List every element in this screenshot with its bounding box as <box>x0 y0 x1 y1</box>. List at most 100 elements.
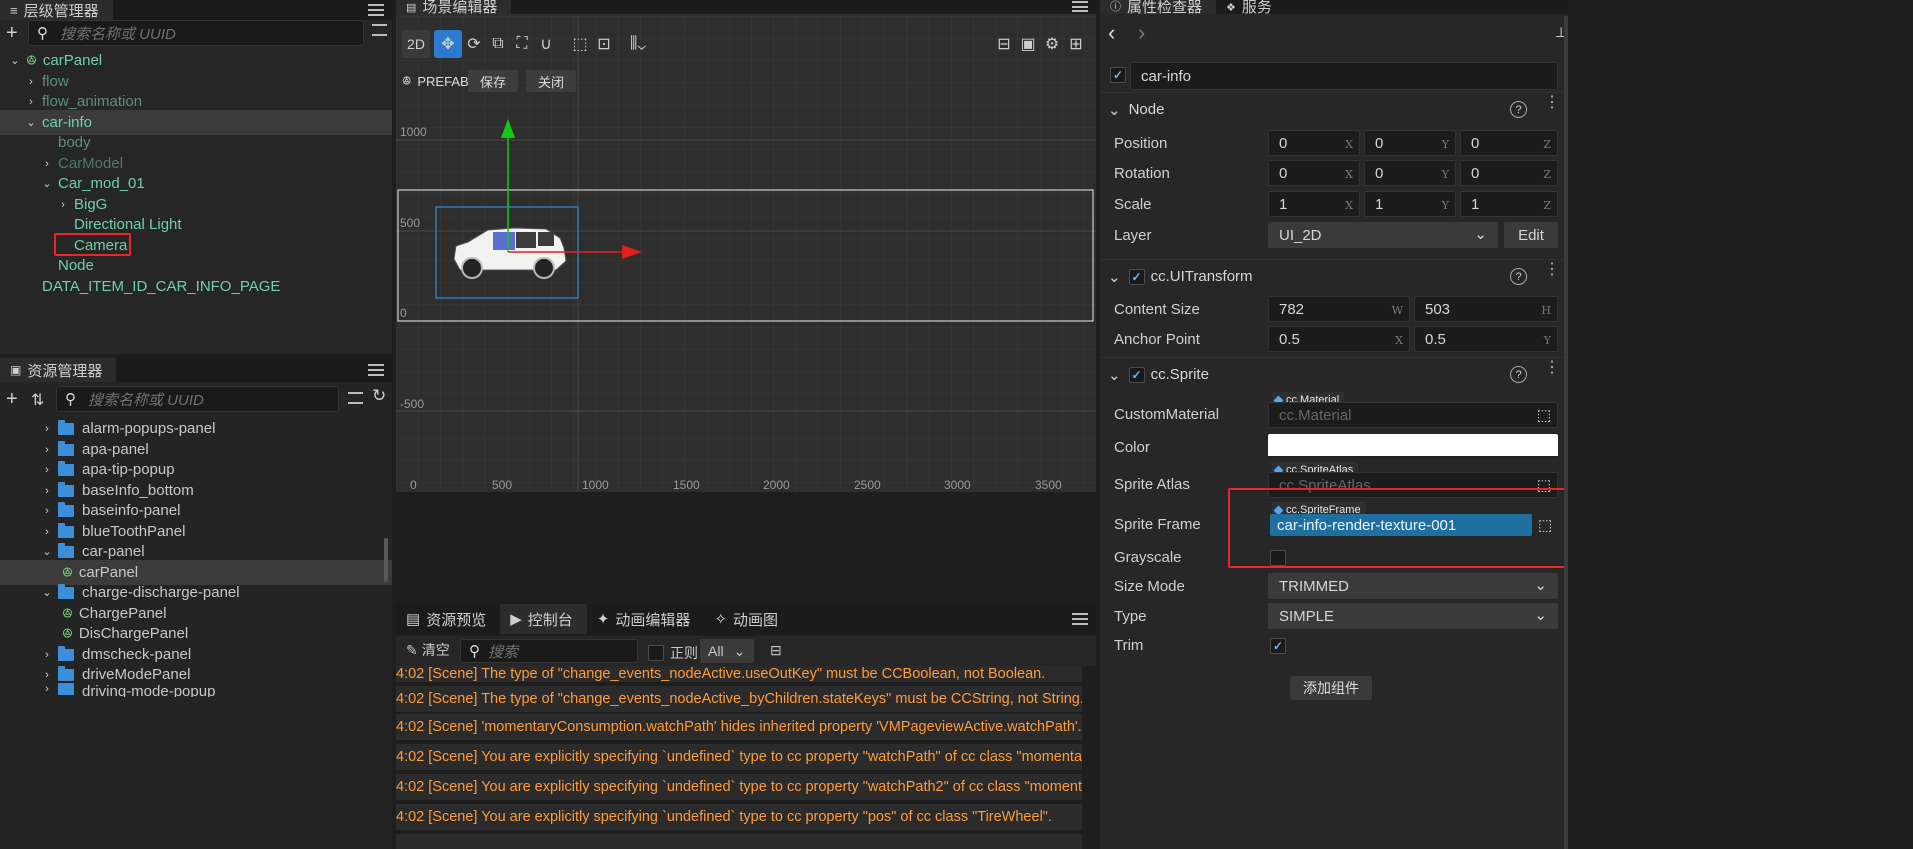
scale-x-input[interactable]: 1X <box>1268 191 1360 217</box>
anchor-x-input[interactable]: 0.5 X <box>1268 326 1410 352</box>
tab-console[interactable]: ▶ 控制台 <box>500 604 587 634</box>
anchor-y-input[interactable]: 0.5 Y <box>1414 326 1558 352</box>
chevron-right-icon[interactable]: › <box>40 158 54 170</box>
layer-edit-button[interactable]: Edit <box>1504 222 1558 248</box>
chevron-down-icon[interactable]: ⌄ <box>40 545 54 558</box>
chevron-right-icon[interactable]: › <box>40 505 54 517</box>
scene-tab[interactable]: ▤ 场景编辑器 <box>396 0 512 14</box>
back-icon[interactable]: ‹ <box>1108 20 1115 46</box>
node-name-input[interactable]: car-info <box>1130 62 1558 90</box>
help-icon[interactable]: ? <box>1510 101 1527 118</box>
refresh-icon[interactable]: ↻ <box>372 386 386 406</box>
regex-checkbox[interactable]: 正则 <box>648 643 698 663</box>
tab-animation-graph[interactable]: ✧ 动画图 <box>704 604 792 634</box>
scale-z-input[interactable]: 1Z <box>1460 191 1558 217</box>
content-height-input[interactable]: 503 H <box>1414 296 1558 322</box>
tree-node-data-item[interactable]: DATA_ITEM_ID_CAR_INFO_PAGE <box>0 274 392 299</box>
scene-menu-icon[interactable] <box>1072 1 1088 12</box>
tab-asset-preview[interactable]: ▤ 资源预览 <box>396 604 500 634</box>
chevron-right-icon[interactable]: › <box>40 526 54 538</box>
console-clear-button[interactable]: ✎ 清空 <box>406 640 450 660</box>
node-active-checkbox[interactable]: ✓ <box>1110 67 1126 83</box>
assets-tab[interactable]: ▣ 资源管理器 <box>0 358 117 382</box>
console-search-input[interactable]: ⚲ 搜索 <box>460 639 638 663</box>
chevron-right-icon[interactable]: › <box>24 76 38 88</box>
position-z-input[interactable]: 0Z <box>1460 130 1558 156</box>
forward-icon[interactable]: › <box>1138 20 1145 46</box>
log-line[interactable]: 4:02 [Scene] You are explicitly specifyi… <box>396 804 1082 832</box>
scene-gizmo-button[interactable]: ⊞ <box>1062 30 1090 58</box>
hierarchy-search-input[interactable]: ⚲ 搜索名称或 UUID <box>28 20 364 46</box>
log-line[interactable]: 4:02 [Scene] You are explicitly specifyi… <box>396 744 1082 772</box>
list-view-icon[interactable] <box>372 24 387 36</box>
chevron-right-icon[interactable]: › <box>40 649 54 661</box>
log-line[interactable]: 4:02 [Scene] You are explicitly specifyi… <box>396 774 1082 802</box>
uitransform-enabled-checkbox[interactable]: ✓ <box>1128 268 1145 285</box>
prefab-save-button[interactable]: 保存 <box>468 70 518 92</box>
snap-tool-button[interactable]: ∪ <box>532 30 560 58</box>
hierarchy-menu-icon[interactable] <box>368 4 384 16</box>
rotation-z-input[interactable]: 0Z <box>1460 160 1558 186</box>
log-level-select[interactable]: All ⌄ <box>700 639 754 663</box>
assets-menu-icon[interactable] <box>368 364 384 376</box>
add-asset-icon[interactable]: + <box>6 388 18 411</box>
uitransform-section-header[interactable]: ⌄ ✓ cc.UITransform <box>1100 259 1568 293</box>
more-icon[interactable]: ⋮ <box>1544 360 1560 376</box>
type-select[interactable]: SIMPLE ⌄ <box>1268 603 1558 629</box>
prefab-close-button[interactable]: 关闭 <box>526 70 576 92</box>
asset-folder[interactable]: › driving-mode-popup <box>0 683 392 697</box>
log-line[interactable]: 4:02 [Scene] The type of "change_events_… <box>396 666 1082 684</box>
grayscale-checkbox[interactable] <box>1270 550 1286 566</box>
local-tool-button[interactable]: ⊡ <box>590 30 618 58</box>
move-tool-button[interactable]: ✥ <box>434 30 462 58</box>
rotation-y-input[interactable]: 0Y <box>1364 160 1456 186</box>
custom-material-field[interactable]: cc.Material ⬚ <box>1268 402 1558 428</box>
help-icon[interactable]: ? <box>1510 268 1527 285</box>
chevron-right-icon[interactable]: › <box>56 199 70 211</box>
chevron-right-icon[interactable]: › <box>40 485 54 497</box>
node-section-header[interactable]: ⌄ Node <box>1100 92 1568 126</box>
chevron-right-icon[interactable]: › <box>40 423 54 435</box>
list-view-icon[interactable] <box>348 392 363 404</box>
sprite-section-header[interactable]: ⌄ ✓ cc.Sprite <box>1100 357 1568 391</box>
trim-checkbox[interactable]: ✓ <box>1270 638 1286 654</box>
2d-toggle-button[interactable]: 2D <box>402 30 430 58</box>
chevron-down-icon[interactable]: ⌄ <box>24 116 38 129</box>
add-node-icon[interactable]: + <box>6 22 18 45</box>
help-icon[interactable]: ? <box>1510 366 1527 383</box>
assets-search-input[interactable]: ⚲ 搜索名称或 UUID <box>56 386 339 412</box>
tab-animation-editor[interactable]: ✦ 动画编辑器 <box>587 604 705 634</box>
console-menu-icon[interactable] <box>1072 613 1088 625</box>
chevron-right-icon[interactable]: › <box>40 669 54 681</box>
position-y-input[interactable]: 0Y <box>1364 130 1456 156</box>
size-mode-select[interactable]: TRIMMED ⌄ <box>1268 573 1558 599</box>
copy-log-icon[interactable]: ⊟ <box>770 642 782 659</box>
sprite-enabled-checkbox[interactable]: ✓ <box>1128 366 1145 383</box>
chevron-right-icon[interactable]: › <box>24 96 38 108</box>
tab-services[interactable]: ❖ 服务 <box>1216 0 1286 14</box>
add-component-button[interactable]: 添加组件 <box>1290 676 1372 700</box>
sort-icon[interactable]: ⇅ <box>31 390 44 410</box>
assets-scrollbar[interactable] <box>384 538 388 582</box>
position-x-input[interactable]: 0X <box>1268 130 1360 156</box>
tab-inspector[interactable]: ⓘ 属性检查器 <box>1100 0 1217 14</box>
regex-check[interactable] <box>648 645 664 661</box>
more-icon[interactable]: ⋮ <box>1544 262 1560 278</box>
content-width-input[interactable]: 782 W <box>1268 296 1410 322</box>
rotation-x-input[interactable]: 0X <box>1268 160 1360 186</box>
chevron-down-icon[interactable]: ⌄ <box>40 177 54 190</box>
pick-asset-icon[interactable]: ⬚ <box>1537 406 1551 424</box>
chevron-right-icon[interactable]: › <box>40 464 54 476</box>
hierarchy-tab[interactable]: ≡ 层级管理器 <box>0 0 113 20</box>
color-swatch[interactable] <box>1268 434 1558 458</box>
chevron-right-icon[interactable]: › <box>40 444 54 456</box>
layer-select[interactable]: UI_2D ⌄ <box>1268 222 1498 248</box>
chevron-down-icon[interactable]: ⌄ <box>8 54 22 67</box>
log-line[interactable]: 4:02 [Scene] The type of "change_events_… <box>396 686 1082 714</box>
log-line[interactable]: 4:02 [Scene] 'momentaryConsumption.watch… <box>396 714 1082 742</box>
scale-y-input[interactable]: 1Y <box>1364 191 1456 217</box>
more-icon[interactable]: ⋮ <box>1544 95 1560 111</box>
chevron-right-icon[interactable]: › <box>40 683 54 695</box>
align-tool-button[interactable]: ⫼⌄ <box>622 30 654 58</box>
chevron-down-icon[interactable]: ⌄ <box>40 586 54 599</box>
